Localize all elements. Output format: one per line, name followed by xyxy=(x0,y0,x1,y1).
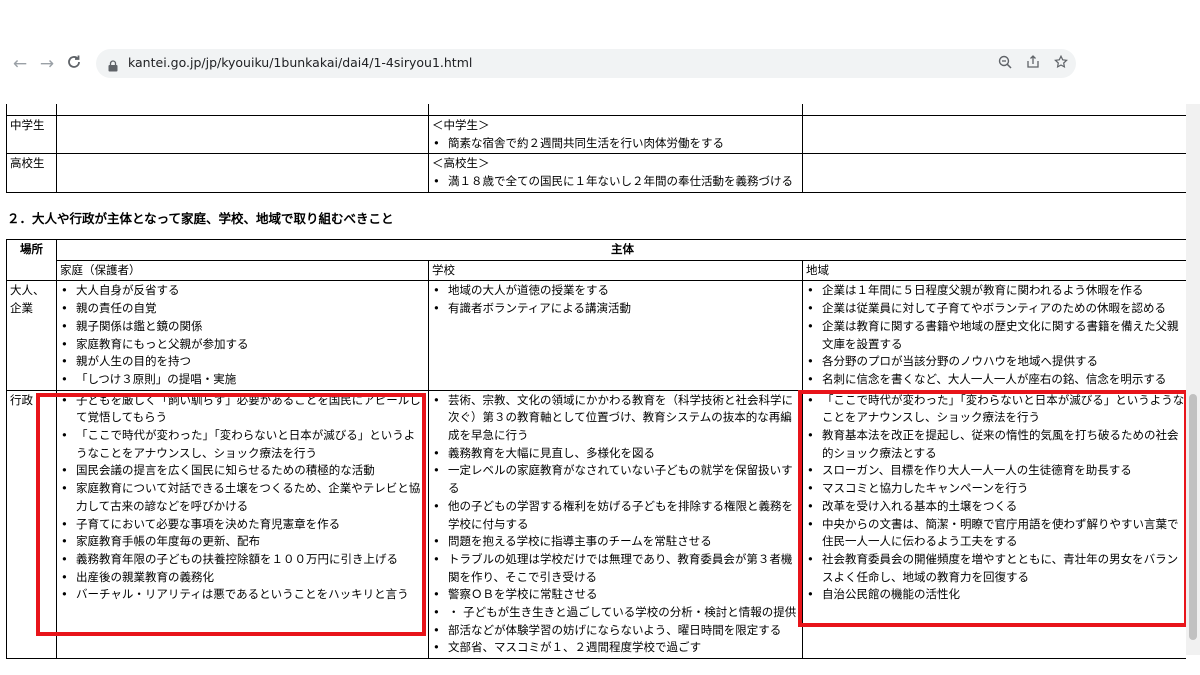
list-item: 満１８歳で全ての国民に１年ないし２年間の奉仕活動を義務づける xyxy=(432,173,799,191)
list-item: 有識者ボランティアによる講演活動 xyxy=(432,300,799,318)
header-school: 学校 xyxy=(428,259,803,282)
list-item: 名刺に信念を書くなど、大人一人一人が座右の銘、信念を明示する xyxy=(806,371,1185,389)
cell-home: 大人自身が反省する 親の責任の自覚 親子関係は鑑と鏡の関係 家庭教育にもっと父親… xyxy=(56,280,429,391)
row-label: 高校生 xyxy=(6,153,57,193)
header-subject: 主体 xyxy=(56,239,1186,261)
scrollbar-thumb[interactable] xyxy=(1189,394,1197,640)
row-label: 大人、企業 xyxy=(6,280,57,391)
zoom-icon[interactable] xyxy=(996,55,1014,73)
header-region: 地域 xyxy=(802,259,1186,282)
header-home: 家庭（保護者） xyxy=(56,259,429,282)
list-item: 各分野のプロが当該分野のノウハウを地域へ提供する xyxy=(806,353,1185,371)
list-item: 部活などが体験学習の妨げにならないよう、曜日時間を限定する xyxy=(432,622,799,640)
highlight-box-home xyxy=(36,393,426,636)
url-text[interactable]: kantei.go.jp/jp/kyouiku/1bunkakai/dai4/1… xyxy=(128,55,472,70)
browser-toolbar: ← → kantei.go.jp/jp/kyouiku/1bunkakai/da… xyxy=(0,0,1200,104)
cell-title: ＜中学生＞ xyxy=(432,118,490,132)
list-item: 大人自身が反省する xyxy=(60,282,425,300)
list-item: 義務教育を大幅に見直し、多様化を図る xyxy=(432,445,799,463)
list-item: 問題を抱える学校に指導主事のチームを常駐させる xyxy=(432,533,799,551)
reload-icon[interactable] xyxy=(64,54,84,74)
section-heading: ２．大人や行政が主体となって家庭、学校、地域で取り組むべきこと xyxy=(7,211,394,226)
student-service-table: 中学生 ＜中学生＞ 簡素な宿舎で約２週間共同生活を行い肉体労働をする 高校生 ＜… xyxy=(6,104,1186,193)
list-item: ・ 子どもが生き生きと過ごしている学校の分析・検討と情報の提供 xyxy=(432,604,799,622)
table-row xyxy=(6,104,1186,116)
list-item: 親が人生の目的を持つ xyxy=(60,353,425,371)
page-content: 中学生 ＜中学生＞ 簡素な宿舎で約２週間共同生活を行い肉体労働をする 高校生 ＜… xyxy=(0,104,1186,675)
row-label: 中学生 xyxy=(6,114,57,155)
list-item: 企業は教育に関する書籍や地域の歴史文化に関する書籍を備えた父親文庫を設置する xyxy=(806,318,1185,353)
list-item: 地域の大人が道徳の授業をする xyxy=(432,282,799,300)
table-row: 大人、企業 大人自身が反省する 親の責任の自覚 親子関係は鑑と鏡の関係 家庭教育… xyxy=(6,280,1186,391)
list-item: 「しつけ３原則」の提唱・実施 xyxy=(60,371,425,389)
list-item: 家庭教育にもっと父親が参加する xyxy=(60,336,425,354)
list-item: 文部省、マスコミが１、２週間程度学校で過ごす xyxy=(432,639,799,657)
cell-title: ＜高校生＞ xyxy=(432,156,490,171)
highlight-box-region xyxy=(798,390,1186,627)
cell-school: 芸術、宗教、文化の領域にかかわる教育を（科学技術と社会科学に次ぐ）第３の教育軸と… xyxy=(428,389,803,660)
table-header-row: 場所 主体 xyxy=(6,238,1186,282)
list-item: 他の子どもの学習する権利を妨げる子どもを排除する権限と義務を学校に付与する xyxy=(432,498,799,533)
vertical-scrollbar[interactable] xyxy=(1186,104,1200,655)
table-row: 中学生 ＜中学生＞ 簡素な宿舎で約２週間共同生活を行い肉体労働をする xyxy=(6,114,1186,155)
address-bar[interactable]: kantei.go.jp/jp/kyouiku/1bunkakai/dai4/1… xyxy=(96,49,1076,78)
lock-icon[interactable] xyxy=(108,57,118,72)
table-row: 高校生 ＜高校生＞ 満１８歳で全ての国民に１年ないし２年間の奉仕活動を義務づける xyxy=(6,153,1186,193)
table-header-row: 家庭（保護者） 学校 地域 xyxy=(7,259,1186,282)
arrow-left-icon[interactable]: ← xyxy=(10,54,30,74)
cell-school: 地域の大人が道徳の授業をする 有識者ボランティアによる講演活動 xyxy=(428,280,803,391)
list-item: 警察ＯＢを学校に常駐させる xyxy=(432,586,799,604)
list-item: 企業は従業員に対して子育てやボランティアのための休暇を認める xyxy=(806,300,1185,318)
list-item: 簡素な宿舎で約２週間共同生活を行い肉体労働をする xyxy=(432,135,799,153)
header-place: 場所 xyxy=(6,238,57,282)
list-item: 企業は１年間に５日程度父親が教育に関われるよう休暇を作る xyxy=(806,282,1185,300)
list-item: 親の責任の自覚 xyxy=(60,300,425,318)
star-icon[interactable] xyxy=(1052,54,1070,73)
list-item: 親子関係は鑑と鏡の関係 xyxy=(60,318,425,336)
list-item: 一定レベルの家庭教育がなされていない子どもの就学を保留扱いする xyxy=(432,462,799,497)
share-icon[interactable] xyxy=(1024,55,1042,73)
list-item: トラブルの処理は学校だけでは無理であり、教育委員会が第３者機関を作り、そこで引き… xyxy=(432,551,799,586)
cell-region: 企業は１年間に５日程度父親が教育に関われるよう休暇を作る 企業は従業員に対して子… xyxy=(802,280,1186,391)
arrow-right-icon[interactable]: → xyxy=(37,54,57,74)
list-item: 芸術、宗教、文化の領域にかかわる教育を（科学技術と社会科学に次ぐ）第３の教育軸と… xyxy=(432,392,799,445)
